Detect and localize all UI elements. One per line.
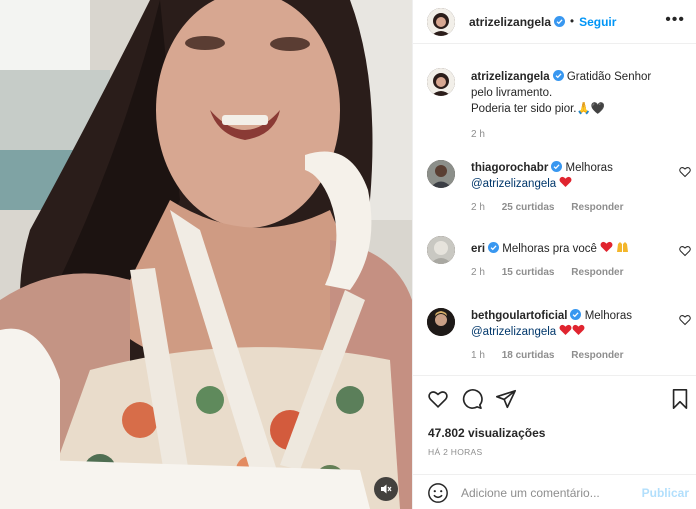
caption: atrizelizangela Gratidão Senhor pelo liv…: [413, 60, 696, 160]
comment-body: Melhoras: [565, 162, 613, 174]
comment-age: 2 h: [471, 202, 485, 213]
comment-meta: 2 h 25 curtidas Responder: [471, 202, 669, 213]
post-actions: 47.802 visualizações HÁ 2 HORAS Publicar: [413, 375, 696, 509]
caption-age: 2 h: [471, 129, 485, 140]
comment-meta: 2 h 15 curtidas Responder: [471, 267, 669, 278]
speaker-muted-icon: [381, 484, 392, 494]
comment-likes[interactable]: 25 curtidas: [502, 202, 555, 213]
comment-text: bethgoulartoficial Melhoras @atrizelizan…: [471, 308, 669, 340]
publish-button[interactable]: Publicar: [642, 486, 689, 500]
caption-line-2: Poderia ter sido pior.: [471, 103, 577, 115]
more-options-icon[interactable]: •••: [665, 12, 685, 28]
comment-meta: 1 h 18 curtidas Responder: [471, 350, 669, 361]
reply-button[interactable]: Responder: [571, 267, 623, 278]
like-comment-heart-icon[interactable]: [679, 314, 691, 326]
caption-meta: 2 h: [471, 129, 669, 140]
view-count[interactable]: 47.802 visualizações: [428, 426, 545, 440]
caption-avatar[interactable]: [427, 68, 455, 96]
comment-username[interactable]: eri: [471, 243, 485, 255]
comment-body: Melhoras: [584, 310, 632, 322]
comment-avatar[interactable]: [427, 308, 455, 336]
mute-button[interactable]: [374, 477, 398, 501]
reply-button[interactable]: Responder: [571, 202, 623, 213]
action-icons: [427, 388, 517, 410]
author-avatar[interactable]: [427, 7, 455, 36]
comment-text: thiagorochabr Melhoras @atrizelizangela: [471, 160, 669, 192]
reply-button[interactable]: Responder: [571, 350, 623, 361]
comment-mention[interactable]: @atrizelizangela: [471, 326, 556, 338]
red-heart-emoji-icon: [559, 324, 572, 335]
comment-avatar[interactable]: [427, 160, 455, 188]
comment-likes[interactable]: 15 curtidas: [502, 267, 555, 278]
comment-bubble-icon[interactable]: [461, 388, 483, 410]
post-timestamp: HÁ 2 HORAS: [428, 447, 483, 457]
comment-age: 2 h: [471, 267, 485, 278]
post-video[interactable]: [0, 0, 412, 509]
post-header: atrizelizangela • Seguir •••: [413, 0, 696, 44]
comment-likes[interactable]: 18 curtidas: [502, 350, 555, 361]
like-comment-heart-icon[interactable]: [679, 245, 691, 257]
comment-item: thiagorochabr Melhoras @atrizelizangela …: [413, 160, 696, 226]
comment-body: Melhoras pra você: [502, 243, 597, 255]
comment-composer: Publicar: [413, 474, 696, 509]
verified-badge-icon: [552, 70, 564, 81]
comment-input[interactable]: [461, 485, 641, 500]
emoji-smiley-icon[interactable]: [427, 482, 449, 504]
instagram-post-view: atrizelizangela • Seguir ••• atrizelizan…: [0, 0, 696, 509]
comment-item: eri Melhoras pra você 2 h 15 curtidas Re…: [413, 236, 696, 298]
post-side-panel: atrizelizangela • Seguir ••• atrizelizan…: [412, 0, 696, 509]
separator-dot: •: [570, 15, 575, 28]
caption-username[interactable]: atrizelizangela: [471, 71, 550, 83]
post-photo: [0, 0, 412, 509]
verified-badge-icon: [554, 16, 566, 27]
verified-badge-icon: [551, 161, 563, 172]
comment-username[interactable]: thiagorochabr: [471, 162, 548, 174]
comment-item: bethgoulartoficial Melhoras @atrizelizan…: [413, 308, 696, 374]
like-heart-icon[interactable]: [427, 388, 449, 410]
comment-username[interactable]: bethgoulartoficial: [471, 310, 567, 322]
comment-avatar[interactable]: [427, 236, 455, 264]
verified-badge-icon: [488, 242, 500, 253]
caption-text: atrizelizangela Gratidão Senhor pelo liv…: [471, 60, 669, 117]
caption-emoji: 🙏🖤: [576, 103, 606, 115]
comments-list: atrizelizangela Gratidão Senhor pelo liv…: [413, 60, 696, 374]
author-username[interactable]: atrizelizangela: [469, 15, 551, 29]
comment-mention[interactable]: @atrizelizangela: [471, 178, 556, 190]
comment-text: eri Melhoras pra você: [471, 236, 669, 257]
share-paper-plane-icon[interactable]: [495, 388, 517, 410]
red-heart-emoji-icon: [572, 324, 585, 335]
like-comment-heart-icon[interactable]: [679, 166, 691, 178]
save-bookmark-button[interactable]: [669, 388, 691, 410]
praising-hands-emoji-icon: [617, 242, 629, 252]
red-heart-emoji-icon: [559, 176, 572, 187]
comment-age: 1 h: [471, 350, 485, 361]
bookmark-icon: [672, 389, 688, 409]
red-heart-emoji-icon: [600, 241, 613, 252]
verified-badge-icon: [570, 309, 582, 320]
follow-button[interactable]: Seguir: [579, 15, 616, 29]
